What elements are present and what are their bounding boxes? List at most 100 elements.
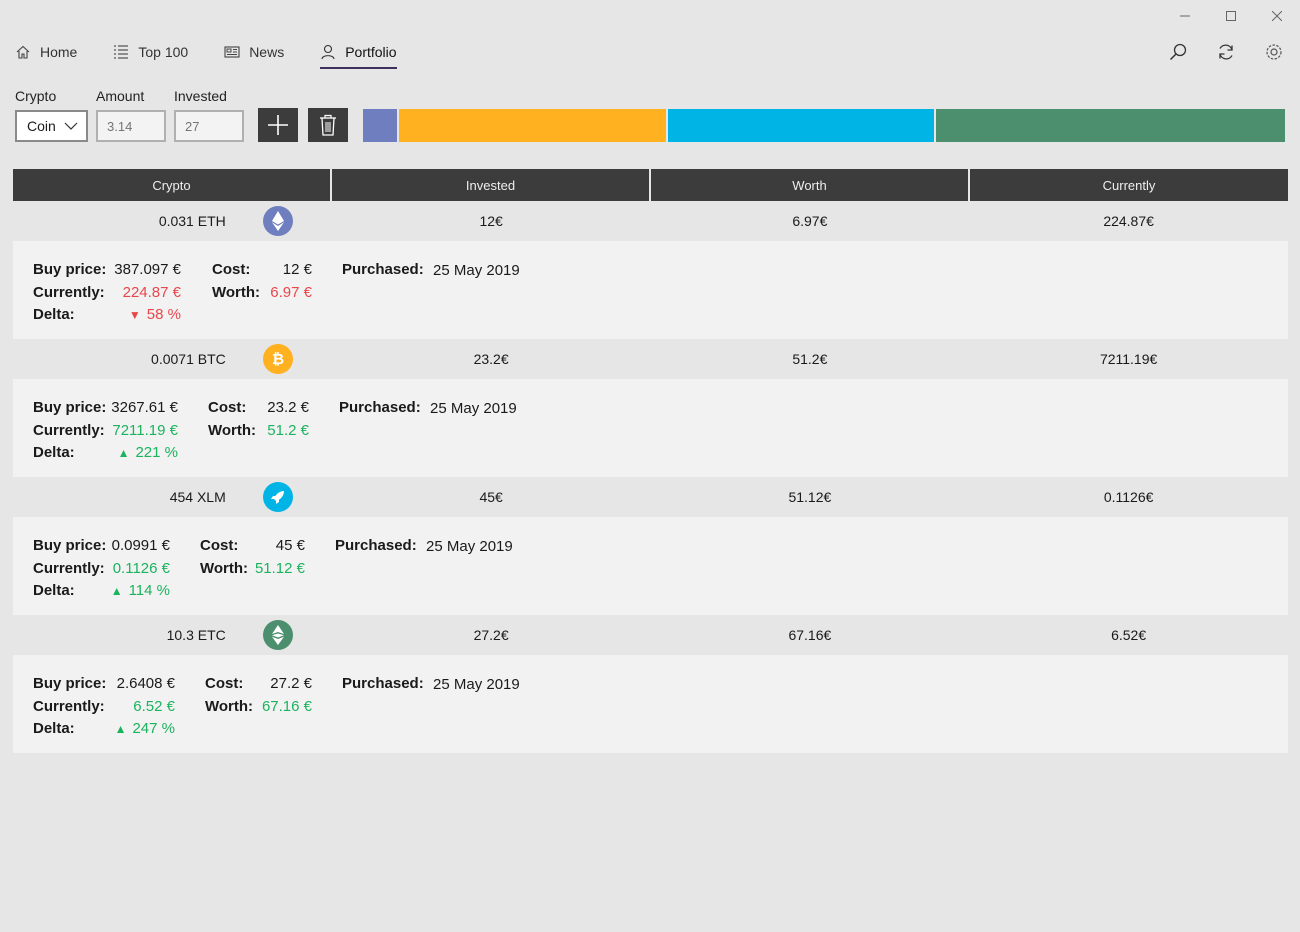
- crypto-amount: 0.031 ETH: [158, 213, 226, 229]
- purchased-label: Purchased:: [339, 399, 421, 416]
- gear-icon: [1266, 44, 1282, 60]
- worth-label: Worth:: [212, 283, 261, 301]
- cost-values: 45 € 51.12 €: [251, 535, 305, 580]
- invested-input[interactable]: [174, 110, 244, 142]
- worth-cell: 67.16€: [788, 627, 832, 643]
- allocation-segment-xlm: [668, 109, 934, 142]
- nav-top100[interactable]: Top 100: [113, 36, 188, 68]
- cost-label: Cost:: [205, 675, 244, 692]
- triangle-up-icon: ▲: [117, 446, 130, 460]
- worth-value: 6.97 €: [270, 283, 312, 301]
- list-icon: [113, 44, 129, 60]
- table-row[interactable]: 10.3 ETC 27.2€ 67.16€ 6.52€: [13, 615, 1288, 655]
- nav-news[interactable]: News: [224, 36, 284, 68]
- currently-value: 7211.19 €: [112, 421, 178, 439]
- close-button[interactable]: [1254, 0, 1300, 32]
- buy-price-value: 387.097 €: [114, 261, 181, 278]
- crypto-field: Crypto Coin: [15, 88, 88, 142]
- search-button[interactable]: [1166, 40, 1190, 64]
- window-controls: [1162, 0, 1300, 32]
- purchased-label: Purchased:: [335, 537, 417, 554]
- invested-cell: 45€: [479, 489, 503, 505]
- worth-cell: 51.2€: [792, 351, 828, 367]
- refresh-button[interactable]: [1214, 40, 1238, 64]
- table-body: 0.031 ETH 12€ 6.97€ 224.87€ Buy price: C…: [13, 201, 1288, 753]
- maximize-icon: [1226, 11, 1236, 21]
- delete-button[interactable]: [308, 108, 348, 142]
- detail-labels: Buy price: Currently: Delta:: [33, 535, 106, 603]
- row-detail: Buy price: Currently: Delta: 387.097 € 2…: [13, 241, 1288, 339]
- cost-labels: Cost: Worth:: [205, 673, 253, 718]
- cost-labels: Cost: Worth:: [208, 397, 256, 442]
- table-row[interactable]: 454 XLM 45€ 51.12€ 0.1126€: [13, 477, 1288, 517]
- cost-value: 12 €: [282, 261, 312, 278]
- delta-value: ▲ 247 %: [105, 718, 175, 741]
- delta-label: Delta:: [33, 306, 75, 323]
- cost-label: Cost:: [200, 537, 239, 554]
- currently-label: Currently:: [33, 421, 105, 439]
- amount-input[interactable]: [96, 110, 166, 142]
- delta-value: ▲ 221 %: [105, 442, 178, 465]
- detail-labels: Buy price: Currently: Delta:: [33, 259, 106, 327]
- invested-label: Invested: [174, 88, 227, 104]
- col-header-crypto[interactable]: Crypto: [13, 169, 330, 201]
- delta-text: 221 %: [135, 444, 178, 461]
- crypto-select[interactable]: Coin: [15, 110, 88, 142]
- trash-icon: [320, 114, 336, 136]
- delta-text: 58 %: [146, 306, 181, 323]
- currently-value: 224.87 €: [122, 283, 181, 301]
- row-detail: Buy price: Currently: Delta: 3267.61 € 7…: [13, 379, 1288, 477]
- invested-cell: 12€: [479, 213, 503, 229]
- cost-values: 27.2 € 67.16 €: [258, 673, 312, 718]
- detail-values: 2.6408 € 6.52 € ▲ 247 %: [105, 673, 175, 741]
- table-row[interactable]: 0.0071 BTC ₿ 23.2€ 51.2€ 7211.19€: [13, 339, 1288, 379]
- ethereum-icon: [263, 206, 293, 236]
- crypto-amount: 0.0071 BTC: [151, 351, 226, 367]
- allocation-segment-eth: [363, 109, 397, 142]
- cost-labels: Cost: Worth:: [212, 259, 260, 304]
- add-button[interactable]: [258, 108, 298, 142]
- portfolio-table: Crypto Invested Worth Currently 0.031 ET…: [13, 169, 1288, 753]
- minimize-icon: [1180, 15, 1190, 17]
- settings-button[interactable]: [1262, 40, 1286, 64]
- triangle-up-icon: ▲: [110, 584, 123, 598]
- search-icon: [1169, 43, 1187, 61]
- home-icon: [15, 44, 31, 60]
- top-actions: [1142, 40, 1286, 64]
- cost-values: 23.2 € 51.2 €: [258, 397, 309, 442]
- col-header-currently[interactable]: Currently: [970, 169, 1288, 201]
- ethereum-classic-icon: [263, 620, 293, 650]
- crypto-label: Crypto: [15, 88, 57, 104]
- buy-price-label: Buy price:: [33, 261, 107, 278]
- currently-cell: 7211.19€: [1099, 351, 1158, 367]
- invested-field: Invested: [174, 88, 244, 142]
- table-row[interactable]: 0.031 ETH 12€ 6.97€ 224.87€: [13, 201, 1288, 241]
- minimize-button[interactable]: [1162, 0, 1208, 32]
- buy-price-label: Buy price:: [33, 537, 107, 554]
- nav-home[interactable]: Home: [15, 36, 77, 68]
- currently-cell: 224.87€: [1103, 213, 1154, 229]
- buy-price-label: Buy price:: [33, 675, 107, 692]
- purchased-value: 25 May 2019: [430, 400, 517, 417]
- detail-values: 0.0991 € 0.1126 € ▲ 114 %: [105, 535, 170, 603]
- buy-price-value: 3267.61 €: [111, 399, 178, 416]
- currently-cell: 6.52€: [1111, 627, 1147, 643]
- worth-cell: 6.97€: [792, 213, 828, 229]
- amount-label: Amount: [96, 88, 145, 104]
- nav-home-label: Home: [40, 44, 78, 60]
- buy-price-label: Buy price:: [33, 399, 107, 416]
- nav-portfolio[interactable]: Portfolio: [320, 36, 397, 69]
- cost-value: 27.2 €: [270, 675, 312, 692]
- delta-label: Delta:: [33, 444, 75, 461]
- col-header-worth[interactable]: Worth: [651, 169, 968, 201]
- maximize-button[interactable]: [1208, 0, 1254, 32]
- currently-value: 0.1126 €: [112, 559, 170, 577]
- detail-values: 3267.61 € 7211.19 € ▲ 221 %: [105, 397, 178, 465]
- refresh-icon: [1219, 44, 1233, 60]
- currently-label: Currently:: [33, 697, 105, 715]
- delta-label: Delta:: [33, 582, 75, 599]
- col-header-invested[interactable]: Invested: [332, 169, 649, 201]
- invested-cell: 23.2€: [473, 351, 509, 367]
- delta-value: ▲ 114 %: [105, 580, 170, 603]
- cost-value: 45 €: [275, 537, 305, 554]
